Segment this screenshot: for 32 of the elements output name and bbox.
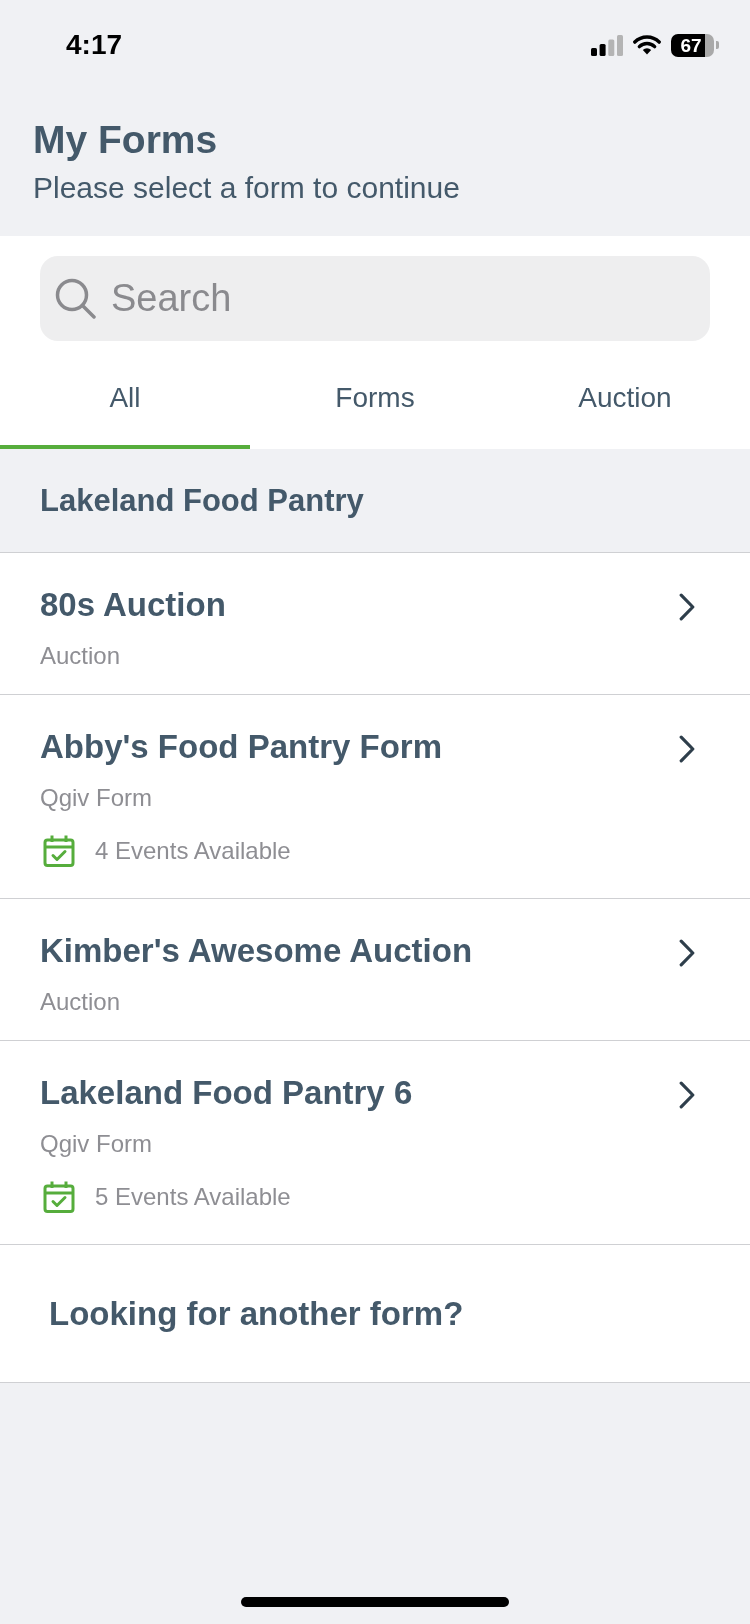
search-icon (55, 278, 96, 319)
status-time: 4:17 (66, 29, 123, 61)
page-subtitle: Please select a form to continue (33, 170, 461, 206)
form-title: 80s Auction (40, 585, 226, 625)
form-title: Abby's Food Pantry Form (40, 727, 443, 767)
filter-tab[interactable]: Auction (500, 341, 750, 449)
events-count: 5 Events Available (95, 1182, 291, 1212)
form-type: Auction (40, 987, 121, 1017)
filter-tab[interactable]: Forms (250, 341, 500, 449)
signal-icon (591, 34, 623, 56)
another-form-link[interactable]: Looking for another form? (0, 1245, 750, 1383)
wifi-icon (633, 35, 661, 55)
calendar-check-icon (43, 1181, 75, 1213)
form-title: Kimber's Awesome Auction (40, 931, 473, 971)
chevron-right-icon (679, 735, 695, 763)
page-title: My Forms (33, 117, 219, 163)
chevron-right-icon (679, 1081, 695, 1109)
events-count: 4 Events Available (95, 836, 291, 866)
battery-percent: 67 (680, 33, 702, 57)
search-field[interactable]: Search (40, 256, 710, 341)
form-list-item[interactable]: Kimber's Awesome Auction Auction (0, 899, 750, 1041)
calendar-check-icon (43, 835, 75, 867)
form-type: Qgiv Form (40, 1129, 152, 1159)
form-list-item[interactable]: Abby's Food Pantry Form Qgiv Form 4 Events Available (0, 695, 750, 899)
chevron-right-icon (679, 593, 695, 621)
form-list-item[interactable]: Lakeland Food Pantry 6 Qgiv Form 5 Events Available (0, 1041, 750, 1245)
form-list-item[interactable]: 80s Auction Auction (0, 553, 750, 695)
section-title: Lakeland Food Pantry (40, 482, 364, 519)
form-title: Lakeland Food Pantry 6 (40, 1073, 413, 1113)
form-type: Qgiv Form (40, 783, 152, 813)
chevron-right-icon (679, 939, 695, 967)
form-type: Auction (40, 641, 121, 671)
